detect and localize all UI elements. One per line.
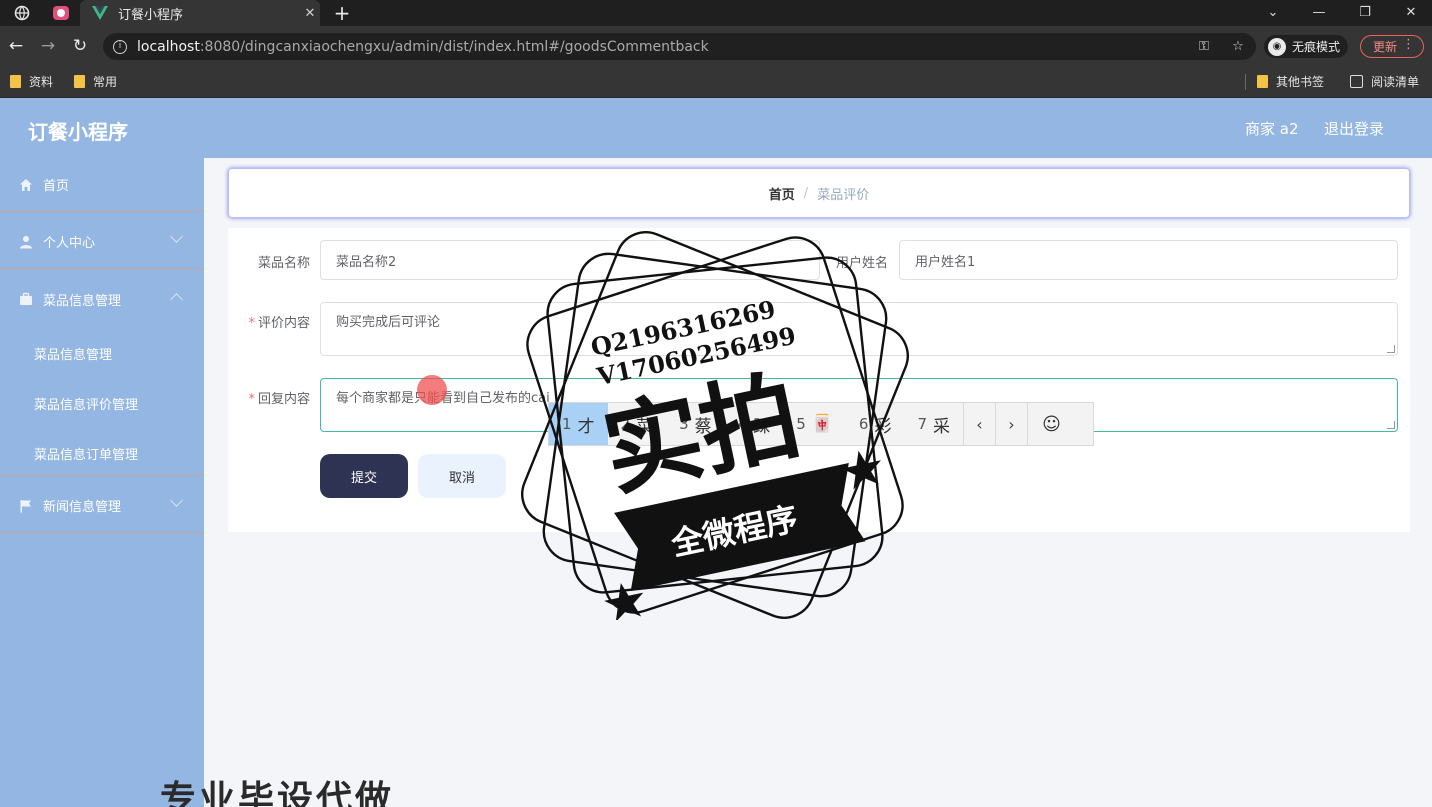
comment-text: 购买完成后可评论 [336, 315, 441, 330]
forward-icon[interactable]: → [37, 35, 59, 57]
sidebar-item-news[interactable]: 新闻信息管理 [0, 479, 204, 533]
comment-textarea[interactable]: 购买完成后可评论 [320, 302, 1398, 356]
ime-candidate-2[interactable]: 2菜 [608, 403, 667, 445]
tab-active[interactable]: 订餐小程序 ✕ [80, 0, 320, 26]
reload-icon[interactable]: ↻ [69, 35, 91, 57]
app-favicon-icon[interactable] [50, 3, 72, 23]
url-path: :8080/dingcanxiaochengxu/admin/dist/inde… [199, 38, 709, 55]
globe-icon[interactable] [11, 3, 33, 23]
folder-icon [10, 75, 21, 88]
sidebar-item-profile[interactable]: 个人中心 [0, 215, 204, 269]
submit-button[interactable]: 提交 [320, 454, 408, 498]
bookmarks-bar: 资料 常用 其他书签 阅读清单 [0, 66, 1432, 98]
back-icon[interactable]: ← [5, 35, 27, 57]
ime-candidate-6[interactable]: 6彩 [846, 403, 905, 445]
vue-logo-icon [92, 6, 108, 20]
ime-candidate-5[interactable]: 5 🀄 [783, 403, 846, 445]
new-tab-icon[interactable]: + [331, 2, 353, 24]
bookmark-folder-2[interactable]: 常用 [74, 73, 117, 90]
flag-icon [18, 498, 34, 514]
cancel-button[interactable]: 取消 [418, 454, 506, 498]
breadcrumb-home[interactable]: 首页 [769, 184, 795, 203]
comment-label: * 评价内容 [248, 316, 310, 331]
reading-list[interactable]: 阅读清单 [1350, 73, 1419, 90]
logout-link[interactable]: 退出登录 [1324, 118, 1384, 139]
user-name-label: 用户姓名 [835, 256, 888, 271]
click-indicator [417, 375, 447, 405]
chevron-left-icon[interactable]: ‹ [963, 403, 995, 445]
sidebar-item-label: 个人中心 [43, 236, 96, 251]
close-icon[interactable]: ✕ [300, 6, 320, 21]
app-title: 订餐小程序 [28, 120, 128, 144]
bookmarks-divider [1245, 74, 1246, 90]
bottom-watermark-text: 专业毕设代做 [160, 779, 395, 807]
address-bar-row: ← → ↻ i localhost:8080/dingcanxiaochengx… [0, 26, 1432, 66]
update-label: 更新 [1373, 40, 1398, 54]
window-close-icon[interactable]: ✕ [1400, 2, 1422, 24]
sidebar-divider [0, 475, 204, 476]
sidebar-item-dish-management[interactable]: 菜品信息管理 [0, 272, 204, 326]
breadcrumb-separator: / [803, 185, 809, 201]
chevron-down-icon [170, 230, 183, 243]
more-icon[interactable]: ⋮ [1402, 37, 1415, 52]
info-icon[interactable]: i [113, 39, 127, 54]
reading-list-icon [1350, 75, 1363, 88]
chevron-right-icon[interactable]: › [995, 403, 1027, 445]
required-mark: * [248, 392, 255, 407]
required-mark: * [248, 316, 255, 331]
chevron-down-icon[interactable]: ⌄ [1262, 2, 1284, 24]
ime-candidate-3[interactable]: 3蔡 [666, 403, 725, 445]
user-icon [18, 234, 34, 250]
browser-tab-bar: 订餐小程序 ✕ + ⌄ — ❐ ✕ [0, 0, 1432, 26]
briefcase-icon [18, 291, 34, 307]
other-bookmarks[interactable]: 其他书签 [1257, 73, 1324, 90]
dish-name-label: 菜品名称 [257, 256, 310, 271]
home-icon [18, 177, 34, 193]
star-icon[interactable]: ☆ [1229, 39, 1247, 54]
comment-form: 菜品名称 菜品名称2 用户姓名 用户姓名1 * 评价内容 购买完成后可评论 * 回复… [228, 228, 1410, 532]
sidebar-item-label: 菜品信息管理 [43, 293, 122, 309]
sidebar-item-home[interactable]: 首页 [0, 158, 204, 212]
incognito-badge[interactable]: ◉ 无痕模式 [1264, 35, 1349, 58]
emoji-icon[interactable]: ☺ [1027, 403, 1075, 445]
submenu-dish-comments[interactable]: 菜品信息评价管理 [34, 394, 138, 413]
bookmark-folder-1[interactable]: 资料 [10, 73, 53, 90]
sidebar-item-label: 首页 [43, 179, 70, 194]
key-icon[interactable]: ⚿ [1195, 39, 1213, 54]
sidebar-item-label: 新闻信息管理 [43, 500, 122, 515]
ime-candidate-7[interactable]: 7采 [904, 403, 963, 445]
tab-title: 订餐小程序 [118, 7, 184, 23]
update-button[interactable]: 更新 ⋮ [1360, 35, 1424, 58]
breadcrumb: 首页 / 菜品评价 [228, 168, 1410, 218]
breadcrumb-current: 菜品评价 [817, 187, 870, 203]
star-icon [604, 583, 644, 620]
submenu-dish-orders[interactable]: 菜品信息订单管理 [34, 444, 138, 463]
chevron-up-icon [170, 293, 183, 306]
incognito-icon: ◉ [1268, 37, 1286, 56]
folder-icon [74, 75, 85, 88]
minimize-icon[interactable]: — [1308, 2, 1330, 24]
restore-icon[interactable]: ❐ [1354, 2, 1376, 24]
url-host: localhost [137, 38, 200, 55]
user-name-input[interactable]: 用户姓名1 [899, 240, 1398, 280]
url-input[interactable]: i localhost:8080/dingcanxiaochengxu/admi… [103, 33, 1256, 60]
dish-name-input[interactable]: 菜品名称2 [320, 240, 820, 280]
sidebar: 首页 个人中心 菜品信息管理 菜品信息管理 菜品信息评价管理 菜品信息订单管理 … [0, 158, 204, 807]
chevron-down-icon [170, 494, 183, 507]
reply-label: * 回复内容 [248, 392, 310, 407]
ime-candidate-4[interactable]: 4踩 [725, 403, 784, 445]
incognito-label: 无痕模式 [1292, 40, 1341, 54]
resize-handle-icon[interactable] [1387, 345, 1395, 353]
ime-candidate-bar: 1才 2菜 3蔡 4踩 5 🀄 6彩 7采 ‹ › ☺ [548, 402, 1094, 446]
resize-handle-icon[interactable] [1387, 421, 1395, 429]
submenu-dish-info[interactable]: 菜品信息管理 [34, 344, 112, 363]
ime-candidate-1[interactable]: 1才 [549, 403, 608, 445]
app-header: 订餐小程序 商家 a2 退出登录 [0, 98, 1432, 158]
current-user: 商家 a2 [1245, 120, 1299, 138]
folder-icon [1257, 75, 1268, 88]
